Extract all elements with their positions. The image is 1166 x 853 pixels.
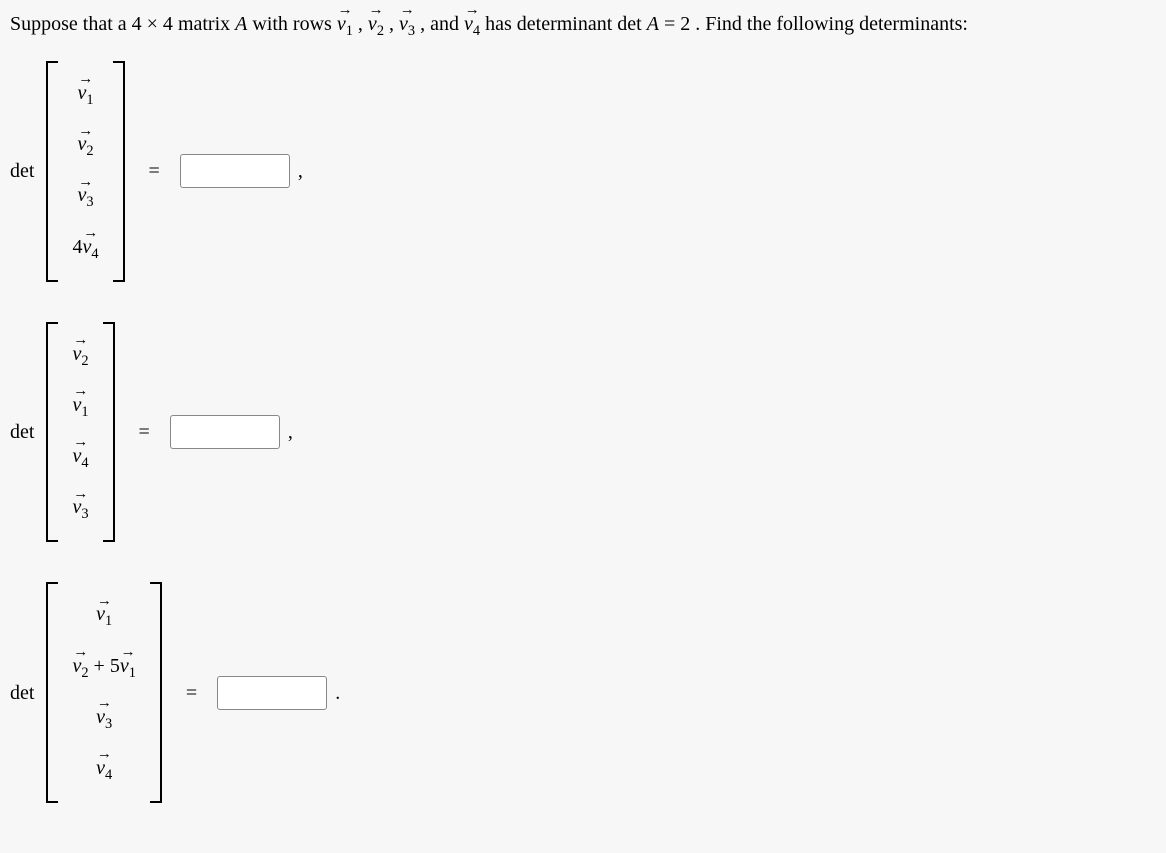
equals-sign: = [149,157,160,185]
sep: , [358,13,368,35]
matrix-2: v2 v1 v4 v3 [46,322,114,543]
left-bracket-icon [46,322,58,543]
determinant-expression-2: det v2 v1 v4 v3 = , [10,322,1156,543]
matrix-row: v1 [72,391,88,422]
text: . Find the following determinants: [695,13,968,35]
right-bracket-icon [150,582,162,803]
sep: , and [420,13,464,35]
matrix-3: v1 v2 + 5v1 v3 v4 [46,582,161,803]
left-bracket-icon [46,582,58,803]
equals-sign: = [186,679,197,707]
vector-v4: v [464,10,473,38]
determinant-expression-3: det v1 v2 + 5v1 v3 v4 = . [10,582,1156,803]
problem-statement: Suppose that a 4 × 4 matrix A with rows … [10,10,1156,41]
answer-input-3[interactable] [217,676,327,710]
matrix-row: v2 [77,130,93,161]
matrix-A: A [235,13,247,35]
equals: = [664,13,680,35]
equals-sign: = [139,418,150,446]
det-label: det [617,13,641,35]
vector-v2: v [368,10,377,38]
comma: , [298,157,303,185]
text: with rows [252,13,336,35]
sub-3: 3 [408,23,415,39]
det-label: det [10,157,34,185]
det-value: 2 [680,13,690,35]
comma: , [288,418,293,446]
matrix-row: v1 [77,79,93,110]
right-bracket-icon [103,322,115,543]
matrix-1: v1 v2 v3 4v4 [46,61,124,282]
matrix-row: v3 [77,181,93,212]
sep: , [389,13,399,35]
matrix-body: v1 v2 v3 4v4 [58,61,112,282]
text: has determinant [485,13,617,35]
vector-v3: v [399,10,408,38]
vector-v1: v [337,10,346,38]
det-label: det [10,679,34,707]
matrix-body: v1 v2 + 5v1 v3 v4 [58,582,149,803]
matrix-row: v2 [72,340,88,371]
matrix-row: 4v4 [72,233,98,264]
matrix-row: v4 [96,754,112,785]
period: . [335,679,340,707]
sub-4: 4 [473,23,480,39]
dimension: 4 × 4 [132,13,173,35]
text: matrix [178,13,235,35]
answer-input-2[interactable] [170,415,280,449]
matrix-A: A [647,13,659,35]
matrix-row: v1 [96,600,112,631]
matrix-row: v3 [72,493,88,524]
det-label: det [10,418,34,446]
matrix-row: v4 [72,442,88,473]
answer-input-1[interactable] [180,154,290,188]
right-bracket-icon [113,61,125,282]
left-bracket-icon [46,61,58,282]
matrix-row: v3 [96,703,112,734]
sub-2: 2 [377,23,384,39]
matrix-row: v2 + 5v1 [72,652,135,683]
determinant-expression-1: det v1 v2 v3 4v4 = , [10,61,1156,282]
text: Suppose that a [10,13,132,35]
matrix-body: v2 v1 v4 v3 [58,322,102,543]
sub-1: 1 [346,23,353,39]
